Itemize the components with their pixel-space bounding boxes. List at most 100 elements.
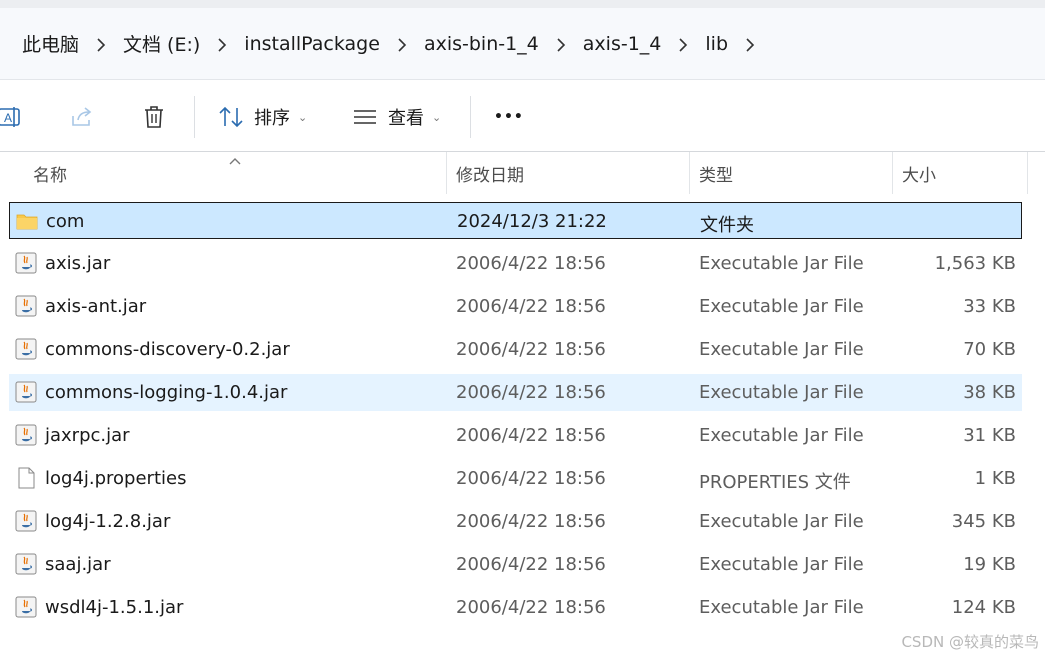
column-divider[interactable] [689, 152, 690, 194]
file-row[interactable]: jaxrpc.jar 2006/4/22 18:56 Executable Jar … [9, 417, 1022, 454]
file-row[interactable]: wsdl4j-1.5.1.jar 2006/4/22 18:56 Executabl… [9, 589, 1022, 626]
chevron-down-icon: ⌄ [298, 110, 308, 124]
file-modified-date: 2006/4/22 18:56 [456, 597, 606, 618]
file-name: com [46, 211, 85, 232]
share-icon[interactable] [68, 103, 96, 131]
jar-icon [15, 381, 37, 403]
column-headers: 名称 修改日期 类型 大小 [0, 152, 1045, 194]
file-type: Executable Jar File [699, 253, 864, 274]
chevron-right-icon[interactable] [539, 32, 583, 56]
jar-icon [15, 596, 37, 618]
jar-icon [15, 553, 37, 575]
file-size: 1,563 KB [934, 253, 1016, 274]
chevron-right-icon[interactable] [728, 32, 772, 56]
sort-ascending-icon [229, 150, 241, 169]
column-divider[interactable] [446, 152, 447, 194]
file-type: Executable Jar File [699, 339, 864, 360]
file-size: 19 KB [963, 554, 1016, 575]
file-row[interactable]: commons-logging-1.0.4.jar 2006/4/22 18:56… [9, 374, 1022, 411]
file-type: Executable Jar File [699, 554, 864, 575]
column-header-size[interactable]: 大小 [902, 152, 936, 194]
file-modified-date: 2006/4/22 18:56 [456, 339, 606, 360]
chevron-down-icon: ⌄ [432, 110, 442, 124]
file-name: commons-discovery-0.2.jar [45, 339, 290, 360]
jar-icon [15, 295, 37, 317]
file-modified-date: 2006/4/22 18:56 [456, 296, 606, 317]
column-divider[interactable] [892, 152, 893, 194]
file-size: 124 KB [951, 597, 1016, 618]
breadcrumb-item-drive-e[interactable]: 文档 (E:) [123, 30, 200, 57]
breadcrumb-item-installpackage[interactable]: installPackage [244, 33, 380, 55]
rename-icon[interactable]: A [0, 103, 24, 131]
file-name: saaj.jar [45, 554, 111, 575]
file-size: 345 KB [951, 511, 1016, 532]
file-size: 70 KB [963, 339, 1016, 360]
file-size: 33 KB [963, 296, 1016, 317]
sort-button[interactable]: 排序 ⌄ [218, 100, 307, 134]
watermark: CSDN @较真的菜鸟 [901, 633, 1039, 651]
svg-text:A: A [4, 111, 12, 125]
file-size: 31 KB [963, 425, 1016, 446]
file-row[interactable]: log4j.properties 2006/4/22 18:56 PROPERTIE… [9, 460, 1022, 497]
jar-icon [15, 338, 37, 360]
view-button[interactable]: 查看 ⌄ [352, 100, 441, 134]
breadcrumb-item-axis-bin[interactable]: axis-bin-1_4 [424, 33, 539, 55]
window-top-strip [0, 0, 1045, 8]
file-name: wsdl4j-1.5.1.jar [45, 597, 184, 618]
file-row[interactable]: log4j-1.2.8.jar 2006/4/22 18:56 Executable… [9, 503, 1022, 540]
column-header-modified[interactable]: 修改日期 [456, 152, 524, 194]
file-name: axis.jar [45, 253, 111, 274]
file-size: 38 KB [963, 382, 1016, 403]
jar-icon [15, 510, 37, 532]
jar-icon [15, 424, 37, 446]
file-type: Executable Jar File [699, 597, 864, 618]
file-type: 文件夹 [700, 215, 754, 236]
file-modified-date: 2006/4/22 18:56 [456, 425, 606, 446]
breadcrumb-item-lib[interactable]: lib [705, 33, 728, 55]
file-type: Executable Jar File [699, 511, 864, 532]
file-row[interactable]: axis-ant.jar 2006/4/22 18:56 Executable Ja… [9, 288, 1022, 325]
file-name: axis-ant.jar [45, 296, 147, 317]
file-icon [15, 467, 37, 489]
file-type: Executable Jar File [699, 296, 864, 317]
jar-icon [15, 252, 37, 274]
file-row[interactable]: com 2024/12/3 21:22 文件夹 [9, 202, 1022, 239]
sort-icon [219, 106, 243, 128]
file-modified-date: 2006/4/22 18:56 [456, 382, 606, 403]
column-header-name[interactable]: 名称 [33, 152, 67, 194]
file-name: commons-logging-1.0.4.jar [45, 382, 288, 403]
chevron-right-icon[interactable] [661, 32, 705, 56]
more-options-button[interactable]: ••• [494, 100, 524, 134]
file-type: Executable Jar File [699, 425, 864, 446]
sort-label: 排序 [254, 108, 290, 129]
column-header-type[interactable]: 类型 [699, 152, 733, 194]
breadcrumb-item-axis[interactable]: axis-1_4 [583, 33, 662, 55]
file-name: jaxrpc.jar [45, 425, 130, 446]
breadcrumb: 此电脑 文档 (E:) installPackage axis-bin-1_4 … [0, 8, 1045, 80]
file-modified-date: 2006/4/22 18:56 [456, 554, 606, 575]
command-toolbar: A 排序 ⌄ 查看 ⌄ ••• [0, 82, 1045, 152]
view-icon [354, 110, 376, 124]
toolbar-divider [470, 96, 471, 138]
view-label: 查看 [388, 108, 424, 129]
file-modified-date: 2024/12/3 21:22 [457, 211, 607, 232]
file-modified-date: 2006/4/22 18:56 [456, 253, 606, 274]
file-type: Executable Jar File [699, 382, 864, 403]
file-row[interactable]: commons-discovery-0.2.jar 2006/4/22 18:56… [9, 331, 1022, 368]
chevron-right-icon[interactable] [380, 32, 424, 56]
file-name: log4j-1.2.8.jar [45, 511, 171, 532]
file-row[interactable]: axis.jar 2006/4/22 18:56 Executable Jar Fi… [9, 245, 1022, 282]
file-modified-date: 2006/4/22 18:56 [456, 468, 606, 489]
chevron-right-icon[interactable] [79, 32, 123, 56]
delete-icon[interactable] [140, 103, 168, 131]
file-size: 1 KB [974, 468, 1016, 489]
file-modified-date: 2006/4/22 18:56 [456, 511, 606, 532]
toolbar-divider [194, 96, 195, 138]
breadcrumb-item-this-pc[interactable]: 此电脑 [22, 30, 79, 57]
file-type: PROPERTIES 文件 [699, 472, 851, 493]
file-name: log4j.properties [45, 468, 187, 489]
file-row[interactable]: saaj.jar 2006/4/22 18:56 Executable Jar Fi… [9, 546, 1022, 583]
folder-icon [16, 210, 38, 232]
chevron-right-icon[interactable] [200, 32, 244, 56]
column-divider[interactable] [1027, 152, 1028, 194]
